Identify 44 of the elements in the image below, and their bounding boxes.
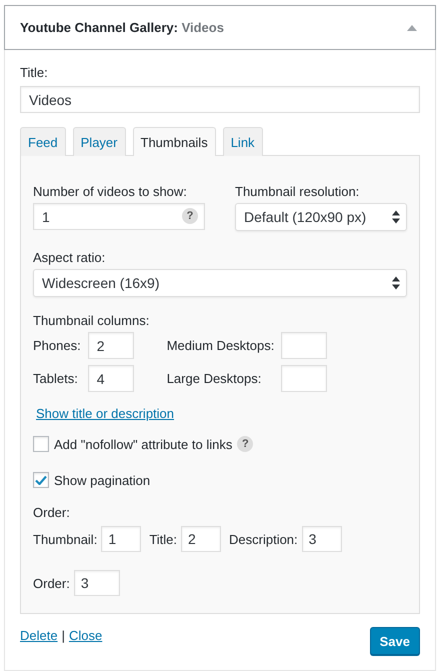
field-label: Tablets: — [33, 371, 79, 386]
field-label: Description: — [229, 532, 298, 546]
text-input[interactable] — [281, 365, 328, 392]
delete-link[interactable]: Delete — [20, 627, 58, 645]
field-label: Large Desktops: — [166, 371, 262, 386]
field-label: Thumbnail resolution: — [235, 184, 360, 199]
checkbox[interactable] — [33, 436, 49, 452]
resolution-select[interactable]: Default (120x90 px) — [235, 203, 407, 231]
tab[interactable]: Link — [222, 127, 263, 156]
select-arrows-icon — [392, 210, 400, 224]
tab[interactable]: Feed — [20, 127, 66, 156]
close-link[interactable]: Close — [68, 627, 102, 645]
text-input[interactable]: 3 — [302, 526, 342, 552]
text-input[interactable]: 2 — [181, 526, 222, 552]
widget-header[interactable]: Youtube Channel Gallery: Videos — [4, 5, 436, 50]
title-input[interactable]: Videos — [20, 86, 420, 113]
text-input[interactable]: 1 — [101, 526, 142, 552]
field-label: Add "nofollow" attribute to links — [54, 436, 232, 452]
field-label: Order: — [33, 505, 71, 520]
select-arrows-icon — [392, 276, 400, 290]
separator: | — [62, 627, 65, 645]
widget-title: Youtube Channel Gallery: Videos — [20, 20, 224, 35]
show-title-link[interactable]: Show title or description — [36, 406, 174, 421]
tab[interactable]: Thumbnails — [132, 127, 216, 156]
help-icon[interactable]: ? — [237, 436, 254, 452]
field-label: Title: — [20, 64, 49, 82]
field-label: Title: — [149, 532, 178, 546]
text-input[interactable]: 3 — [74, 570, 120, 596]
text-input[interactable] — [281, 332, 328, 359]
aspect-ratio-select[interactable]: Widescreen (16x9) — [33, 269, 407, 297]
field-label: Medium Desktops: — [166, 338, 274, 353]
field-label: Thumbnail: — [33, 532, 98, 546]
text-input[interactable]: 2 — [88, 332, 134, 359]
field-label: Phones: — [33, 338, 81, 353]
field-label: Order: — [33, 576, 70, 590]
field-label: Number of videos to show: — [33, 184, 188, 199]
save-button[interactable]: Save — [370, 627, 420, 655]
text-input[interactable]: 4 — [88, 365, 134, 392]
collapse-arrow-icon[interactable] — [407, 24, 417, 30]
tab[interactable]: Player — [72, 127, 126, 156]
field-label: Aspect ratio: — [33, 250, 106, 265]
field-label: Thumbnail columns: — [33, 313, 150, 328]
checkbox[interactable] — [33, 472, 49, 488]
field-label: Show pagination — [54, 472, 150, 488]
